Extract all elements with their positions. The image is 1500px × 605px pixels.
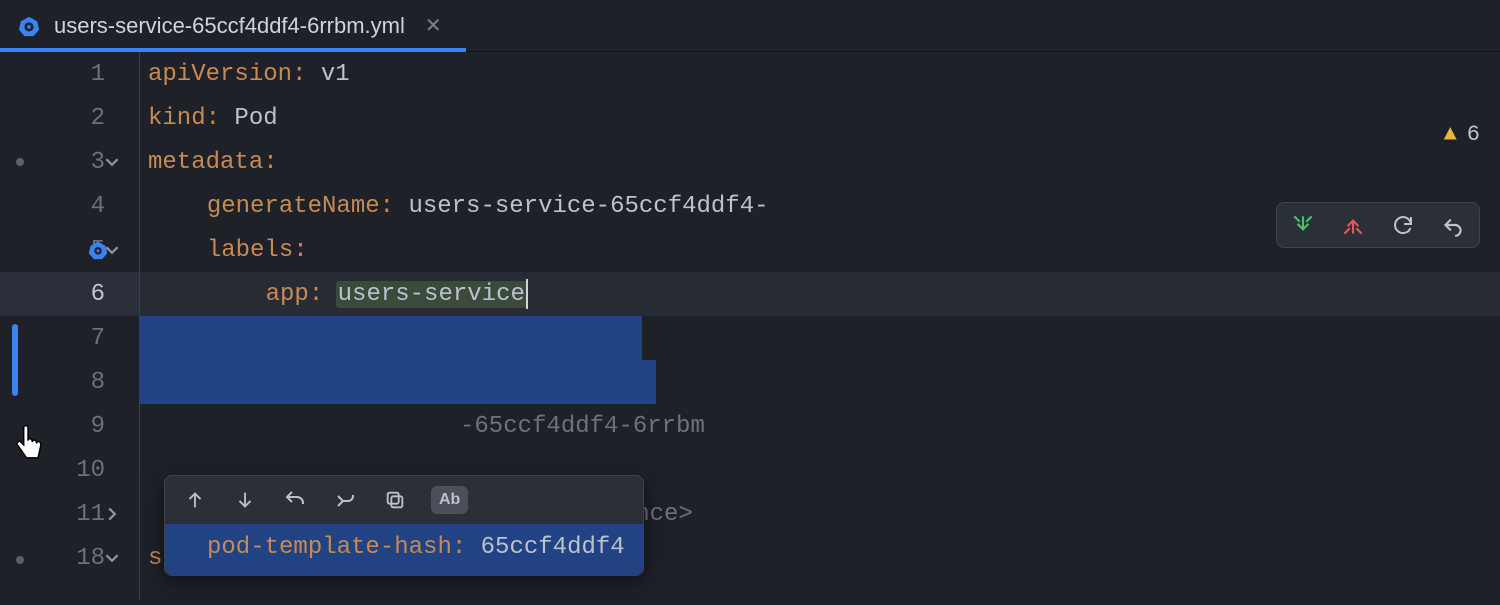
gutter-line: 6 <box>0 272 139 316</box>
fold-expanded-icon[interactable] <box>105 243 131 257</box>
code-line[interactable]: metadata: <box>140 140 1500 184</box>
gutter-line: 7 <box>0 316 139 360</box>
line-number: 9 <box>57 413 105 440</box>
editor-tab[interactable]: users-service-65ccf4ddf4-6rrbm.yml ✕ <box>0 0 466 51</box>
yaml-value: v1 <box>306 61 349 88</box>
line-number: 1 <box>57 61 105 88</box>
close-tab-icon[interactable]: ✕ <box>425 13 442 39</box>
prev-diff-button[interactable] <box>1337 209 1369 241</box>
arrow-up-icon[interactable] <box>181 486 209 514</box>
line-number: 7 <box>57 325 105 352</box>
kubernetes-gutter-icon[interactable] <box>88 240 108 260</box>
gutter-line: 3 <box>0 140 139 184</box>
gutter-line: 8 <box>0 360 139 404</box>
fold-expanded-icon[interactable] <box>105 155 131 169</box>
obscured-text: -65ccf4ddf4-6rrbm <box>460 413 705 440</box>
colon: : <box>293 237 307 264</box>
problems-indicator[interactable]: ▲ 6 <box>1444 122 1480 147</box>
gutter-line: 1 <box>0 52 139 96</box>
fold-expanded-icon[interactable] <box>105 551 131 565</box>
tab-filename: users-service-65ccf4ddf4-6rrbm.yml <box>54 13 405 39</box>
diff-hint-popup: Ab pod-template-hash: 65ccf4ddf4 <box>164 475 644 576</box>
line-number: 2 <box>57 105 105 132</box>
fold-collapsed-icon[interactable] <box>105 507 131 521</box>
warning-count: 6 <box>1467 122 1480 147</box>
refresh-button[interactable] <box>1387 209 1419 241</box>
kubernetes-icon <box>18 15 40 37</box>
line-number: 18 <box>57 545 105 572</box>
code-line[interactable]: kind: Pod <box>140 96 1500 140</box>
line-number: 6 <box>57 281 105 308</box>
line-number: 3 <box>57 149 105 176</box>
colon: : <box>263 149 277 176</box>
code-line[interactable]: api-status: EXPERIMENTAL <box>140 360 1500 404</box>
hint-toolbar: Ab <box>165 476 643 524</box>
diff-toolbar <box>1276 202 1480 248</box>
code-line[interactable]: apiVersion: v1 <box>140 52 1500 96</box>
code-line[interactable]: -65ccf4ddf4-6rrbm <box>140 404 1500 448</box>
gutter-line: 11 <box>0 492 139 536</box>
yaml-key: metadata <box>148 149 263 176</box>
line-number: 8 <box>57 369 105 396</box>
yaml-key: app <box>266 281 309 308</box>
code-line[interactable]: app: users-service <box>140 272 1500 316</box>
yaml-key: labels <box>207 237 293 264</box>
next-diff-button[interactable] <box>1287 209 1319 241</box>
line-number: 4 <box>57 193 105 220</box>
yaml-key: kind <box>148 105 206 132</box>
colon: : <box>292 61 306 88</box>
warning-icon: ▲ <box>1444 122 1457 147</box>
rollback-button[interactable] <box>1437 209 1469 241</box>
copy-icon[interactable] <box>381 486 409 514</box>
line-number: 10 <box>57 457 105 484</box>
gutter-line: 4 <box>0 184 139 228</box>
colon: : <box>206 105 220 132</box>
cursor-pointer-overlay <box>10 425 46 465</box>
gutter-line: 18 <box>0 536 139 580</box>
hint-code-line: pod-template-hash: 65ccf4ddf4 <box>165 524 643 575</box>
editor: 123456789101118 apiVersion: v1kind: Podm… <box>0 52 1500 600</box>
code-line[interactable]: vcs-revision: 9d427f9c8b04 <box>140 316 1500 360</box>
yaml-value: users-service-65ccf4ddf4- <box>394 193 768 220</box>
arrow-down-icon[interactable] <box>231 486 259 514</box>
tab-bar: users-service-65ccf4ddf4-6rrbm.yml ✕ <box>0 0 1500 52</box>
highlight-mode-badge[interactable]: Ab <box>431 486 468 514</box>
colon: : <box>309 281 323 308</box>
gutter-line: 5 <box>0 228 139 272</box>
line-number: 11 <box>57 501 105 528</box>
colon: : <box>380 193 394 220</box>
yaml-value: Pod <box>220 105 278 132</box>
gutter-line: 2 <box>0 96 139 140</box>
yaml-key: apiVersion <box>148 61 292 88</box>
undo-icon[interactable] <box>281 486 309 514</box>
insert-icon[interactable] <box>331 486 359 514</box>
text-caret <box>526 279 528 309</box>
yaml-key: generateName <box>207 193 380 220</box>
yaml-value: users-service <box>336 281 527 308</box>
gutter: 1 2 3 4 5 6 7 8 9 10 11 18 <box>0 52 140 600</box>
